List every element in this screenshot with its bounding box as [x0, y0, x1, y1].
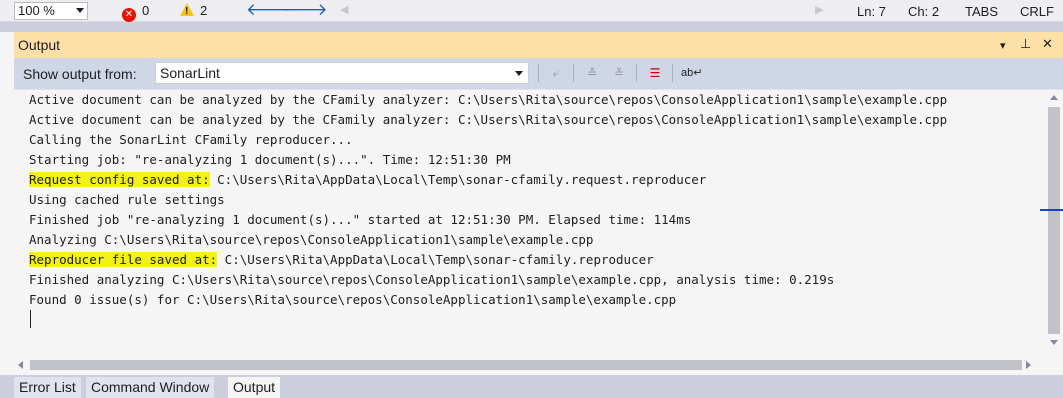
- output-content[interactable]: Active document can be analyzed by the C…: [14, 91, 1063, 375]
- toolbar-separator: [573, 64, 574, 82]
- output-line-text: Finished job "re-analyzing 1 document(s)…: [29, 212, 692, 227]
- output-line-text: Active document can be analyzed by the C…: [29, 112, 948, 127]
- warning-count: 2: [200, 3, 208, 18]
- toolbar-separator: [672, 64, 673, 82]
- close-icon[interactable]: ✕: [1042, 36, 1053, 52]
- zoom-select[interactable]: 100 %: [14, 2, 88, 20]
- output-line: Active document can be analyzed by the C…: [29, 110, 1039, 130]
- output-line: Request config saved at: C:\Users\Rita\A…: [29, 170, 1039, 190]
- output-line-text: C:\Users\Rita\AppData\Local\Temp\sonar-c…: [217, 252, 654, 267]
- text-caret: [30, 310, 31, 328]
- line-ending[interactable]: CRLF: [1020, 4, 1054, 19]
- scroll-left-icon[interactable]: [18, 361, 23, 369]
- separator: [0, 22, 1063, 32]
- output-text-area[interactable]: Active document can be analyzed by the C…: [29, 90, 1039, 352]
- vertical-scroll-thumb[interactable]: [1048, 107, 1060, 334]
- indent-mode[interactable]: TABS: [965, 4, 998, 19]
- output-toolbar: Show output from: SonarLint ⤶ ≛ ≚ ☰ ab↵: [14, 58, 1063, 90]
- output-line: Starting job: "re-analyzing 1 document(s…: [29, 150, 1039, 170]
- highlighted-text: Reproducer file saved at:: [29, 252, 218, 267]
- output-line-text: Analyzing C:\Users\Rita\source\repos\Con…: [29, 232, 594, 247]
- bottom-tab-strip: Error List Command Window Output: [0, 375, 1063, 398]
- vertical-scrollbar[interactable]: [1040, 91, 1063, 357]
- next-message-icon[interactable]: ≚: [609, 64, 629, 82]
- scroll-up-icon[interactable]: [1050, 95, 1058, 100]
- show-output-label: Show output from:: [23, 66, 137, 82]
- output-line: Analyzing C:\Users\Rita\source\repos\Con…: [29, 230, 1039, 250]
- tab-output[interactable]: Output: [228, 377, 282, 398]
- pin-icon[interactable]: ⊥: [1020, 36, 1031, 52]
- output-line-text: Finished analyzing C:\Users\Rita\source\…: [29, 272, 835, 287]
- scroll-left-icon[interactable]: ◀: [340, 3, 348, 16]
- error-icon: ✕: [122, 8, 136, 22]
- navigate-forward-icon[interactable]: 🡒: [282, 1, 328, 19]
- toolbar-separator: [538, 64, 539, 82]
- line-number: Ln: 7: [857, 4, 886, 19]
- output-line-text: Starting job: "re-analyzing 1 document(s…: [29, 152, 511, 167]
- output-source-select[interactable]: SonarLint: [155, 62, 529, 84]
- scroll-right-icon[interactable]: ▶: [815, 3, 823, 16]
- output-line: Found 0 issue(s) for C:\Users\Rita\sourc…: [29, 290, 1039, 310]
- chevron-down-icon: [515, 71, 523, 76]
- clear-all-icon[interactable]: ☰: [645, 64, 665, 82]
- error-count-button[interactable]: ✕ 0: [122, 3, 150, 22]
- output-line: Active document can be analyzed by the C…: [29, 90, 1039, 110]
- output-line: Using cached rule settings: [29, 190, 1039, 210]
- output-panel-titlebar: Output ▾ ⊥ ✕: [14, 32, 1063, 58]
- output-source-value: SonarLint: [160, 65, 220, 81]
- output-line: Finished job "re-analyzing 1 document(s)…: [29, 210, 1039, 230]
- output-line-text: Calling the SonarLint CFamily reproducer…: [29, 132, 353, 147]
- output-line-text: C:\Users\Rita\AppData\Local\Temp\sonar-c…: [209, 172, 707, 187]
- find-message-in-code-icon[interactable]: ⤶: [546, 64, 566, 82]
- scroll-right-icon[interactable]: [1026, 361, 1031, 369]
- chevron-down-icon: [76, 8, 84, 13]
- tab-command-window[interactable]: Command Window: [86, 377, 216, 398]
- output-line-text: Active document can be analyzed by the C…: [29, 92, 948, 107]
- toggle-word-wrap-icon[interactable]: ab↵: [681, 64, 702, 82]
- highlighted-text: Request config saved at:: [29, 172, 210, 187]
- horizontal-scrollbar[interactable]: [14, 357, 1046, 374]
- warning-icon: [180, 3, 194, 20]
- output-line-text: Using cached rule settings: [29, 192, 225, 207]
- warning-count-button[interactable]: 2: [180, 3, 208, 20]
- scroll-down-icon[interactable]: [1050, 340, 1058, 345]
- output-line: Reproducer file saved at: C:\Users\Rita\…: [29, 250, 1039, 270]
- panel-title: Output: [18, 37, 61, 53]
- output-line: Calling the SonarLint CFamily reproducer…: [29, 130, 1039, 150]
- output-line: Finished analyzing C:\Users\Rita\source\…: [29, 270, 1039, 290]
- status-bar: 100 % ✕0 2 🡐 🡒 ◀ ▶ Ln: 7 Ch: 2 TABS CRLF: [0, 0, 1063, 22]
- column-number: Ch: 2: [908, 4, 940, 19]
- previous-message-icon[interactable]: ≛: [582, 64, 602, 82]
- zoom-value: 100 %: [18, 3, 55, 18]
- toolbar-separator: [636, 64, 637, 82]
- window-menu-icon[interactable]: ▾: [1000, 38, 1006, 54]
- error-count: 0: [142, 3, 150, 18]
- tab-error-list[interactable]: Error List: [14, 377, 82, 398]
- output-line-text: Found 0 issue(s) for C:\Users\Rita\sourc…: [29, 292, 677, 307]
- caret-position-marker: [1040, 209, 1063, 211]
- horizontal-scroll-thumb[interactable]: [30, 360, 1022, 370]
